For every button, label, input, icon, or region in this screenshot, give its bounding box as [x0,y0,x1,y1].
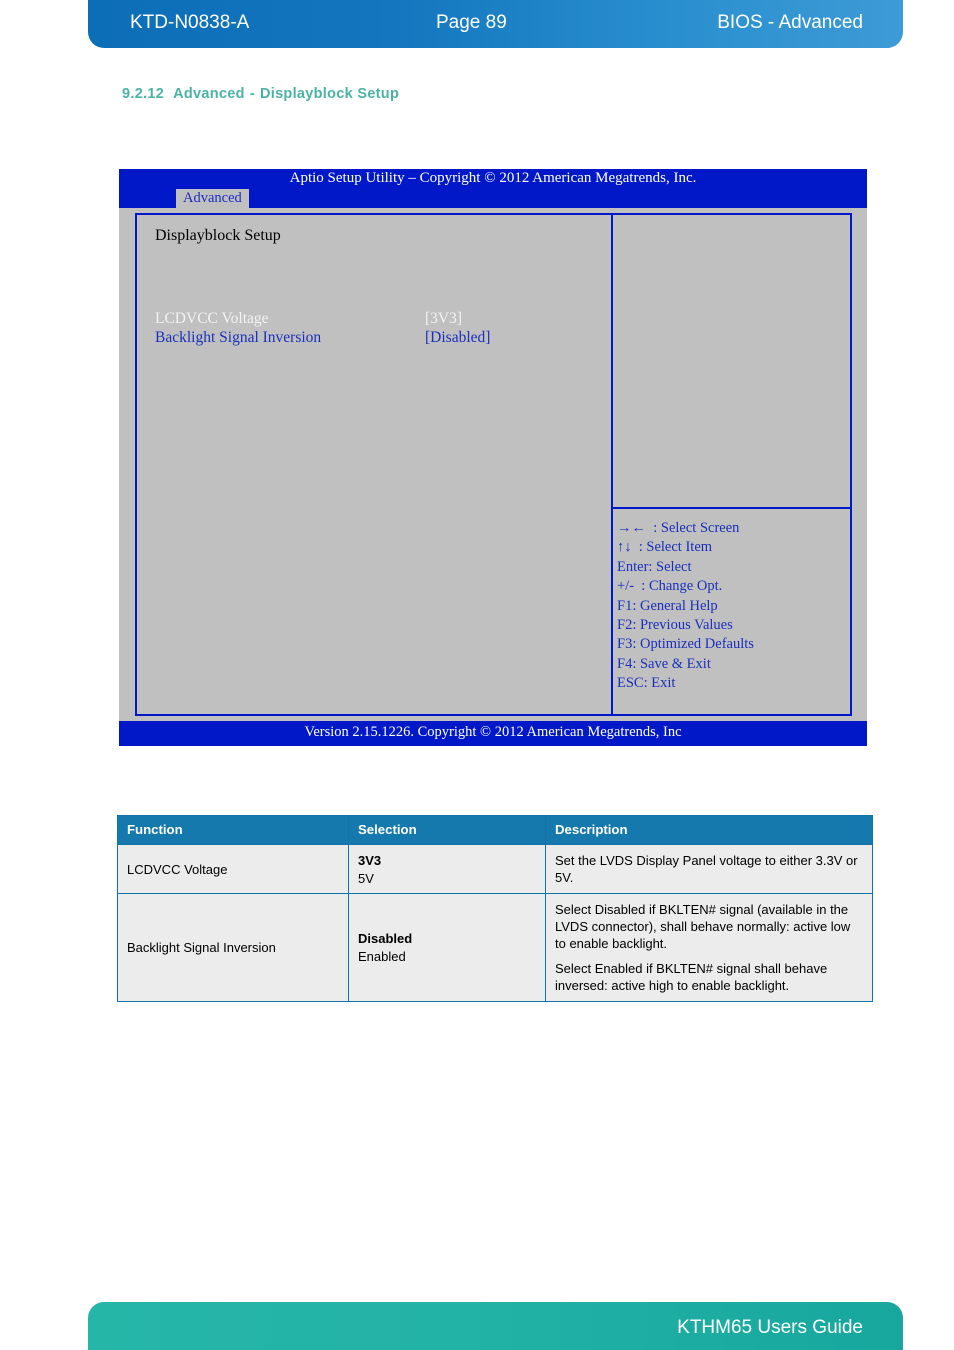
bios-settings-panel: Displayblock Setup LCDVCC Voltage [3V3] B… [135,213,613,716]
section-title: Advanced [173,86,245,102]
cell-function: Backlight Signal Inversion [117,893,349,1002]
help-key-select-screen: →← : Select Screen [617,520,740,536]
help-key-enter-select: Enter: Select [617,558,692,575]
page-header: KTD-N0838-A Page 89 BIOS - Advanced [88,0,903,48]
help-key-f3-optimized-defaults: F3: Optimized Defaults [617,636,754,653]
description-paragraph: Select Disabled if BKLTEN# signal (avail… [555,902,851,951]
table-header-row: Function Selection Description [117,815,873,845]
page-number: Page 89 [436,12,507,33]
header-section-name: BIOS - Advanced [717,12,863,33]
footer-guide-title: KTHM65 Users Guide [677,1317,863,1338]
table-row: Backlight Signal Inversion Disabled Enab… [117,893,873,1002]
document-id: KTD-N0838-A [130,12,250,33]
bios-panel-heading: Displayblock Setup [155,227,281,244]
section-number: 9.2.12 [122,86,165,102]
selection-alt-value: 5V [358,870,374,886]
bios-help-description-box [613,213,852,509]
bios-tab-advanced[interactable]: Advanced [176,189,249,208]
cell-selection: 3V3 5V [348,844,546,894]
column-header-function: Function [117,815,349,845]
description-paragraph: Select Enabled if BKLTEN# signal shall b… [555,961,828,993]
page-title: 9.2.12 Advanced - Displayblock Setup [122,86,399,102]
selection-alt-value: Enabled [358,949,406,964]
bios-setting-label: LCDVCC Voltage [155,310,269,327]
bios-setting-label: Backlight Signal Inversion [155,329,322,346]
cell-description: Select Disabled if BKLTEN# signal (avail… [545,893,873,1002]
help-key-f1-general-help: F1: General Help [617,597,718,614]
bios-setting-lcdvcc-voltage[interactable]: LCDVCC Voltage [3V3] [155,309,595,328]
help-key-select-item: ↑↓ : Select Item [617,539,713,556]
bios-screenshot: Aptio Setup Utility – Copyright © 2012 A… [119,169,867,746]
bios-title: Aptio Setup Utility – Copyright © 2012 A… [289,170,697,186]
help-key-f2-previous-values: F2: Previous Values [617,617,733,634]
help-key-f4-save-exit: F4: Save & Exit [617,655,711,672]
section-subtitle: Displayblock Setup [259,86,400,102]
bios-side-panel: →← : Select Screen ↑↓ : Select Item Ente… [613,213,852,716]
section-dash: - [249,86,255,102]
cell-description: Set the LVDS Display Panel voltage to ei… [545,844,873,894]
cell-function: LCDVCC Voltage [117,844,349,894]
cell-selection: Disabled Enabled [348,893,546,1002]
table-row: LCDVCC Voltage 3V3 5V Set the LVDS Displ… [117,844,873,894]
bios-help-keys-box: →← : Select Screen ↑↓ : Select Item Ente… [613,509,852,716]
bios-version-footer: Version 2.15.1226. Copyright © 2012 Amer… [119,721,867,746]
help-key-change-opt: +/- : Change Opt. [617,578,723,595]
bios-setting-backlight-signal-inversion[interactable]: Backlight Signal Inversion [Disabled] [155,328,595,347]
bios-body: Displayblock Setup LCDVCC Voltage [3V3] B… [119,208,867,721]
selection-default-value: 3V3 [358,852,382,868]
column-header-description: Description [545,815,873,845]
bios-titlebar: Aptio Setup Utility – Copyright © 2012 A… [119,169,867,208]
column-header-selection: Selection [348,815,546,845]
selection-default-value: Disabled [358,931,413,946]
description-paragraph: Set the LVDS Display Panel voltage to ei… [555,853,858,885]
bios-setting-value: [3V3] [425,310,463,327]
help-key-esc-exit: ESC: Exit [617,675,676,692]
page-footer: KTHM65 Users Guide [88,1302,903,1350]
bios-setting-value: [Disabled] [425,329,491,346]
settings-reference-table: Function Selection Description LCDVCC Vo… [117,815,873,1002]
